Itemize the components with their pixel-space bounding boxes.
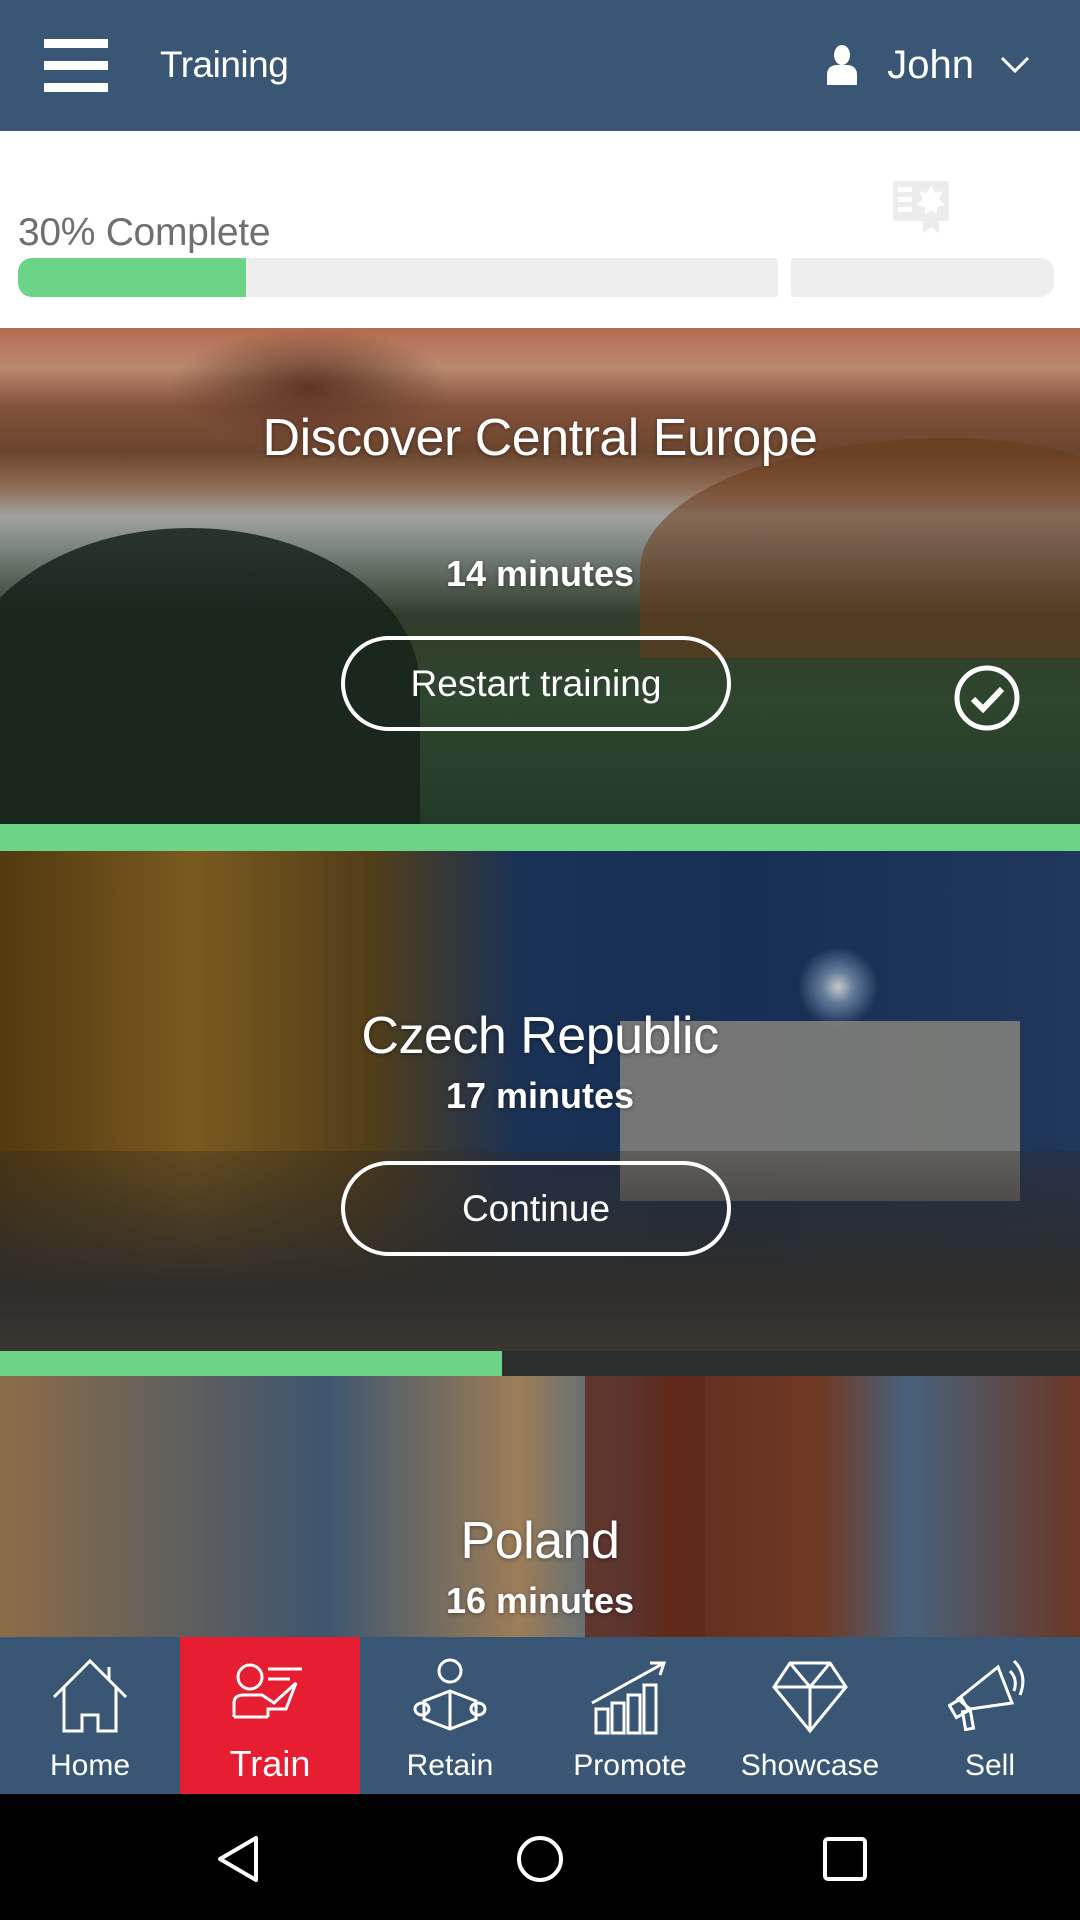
restart-training-button[interactable]: Restart training <box>341 636 731 731</box>
course-progress-bar <box>0 824 1080 851</box>
page-title: Training <box>160 44 289 85</box>
nav-train[interactable]: Train <box>180 1637 360 1794</box>
home-icon <box>52 1658 128 1733</box>
reader-icon <box>413 1658 487 1731</box>
growth-chart-icon <box>591 1661 667 1735</box>
user-name: John <box>887 42 974 87</box>
progress-fill <box>0 1351 503 1376</box>
course-duration: 14 minutes <box>445 553 635 594</box>
user-menu[interactable]: John <box>825 40 1030 90</box>
user-icon <box>827 45 858 85</box>
hamburger-menu-icon[interactable] <box>44 36 108 92</box>
course-progress-bar <box>0 1351 1080 1376</box>
home-circle-icon[interactable] <box>515 1834 565 1884</box>
nav-showcase[interactable]: Showcase <box>720 1637 900 1794</box>
course-duration: 16 minutes <box>445 1580 635 1621</box>
completed-check-icon <box>954 665 1020 731</box>
back-icon[interactable] <box>212 1834 262 1884</box>
certificate-icon <box>893 181 949 233</box>
nav-promote[interactable]: Promote <box>540 1637 720 1794</box>
progress-segment-trainings <box>18 258 778 297</box>
app-bar: Training John <box>0 0 1080 131</box>
course-title: Poland <box>460 1512 620 1570</box>
nav-home[interactable]: Home <box>0 1637 180 1794</box>
bottom-nav: Home Train Retain Promote Showcase Sell <box>0 1637 1080 1794</box>
course-title: Czech Republic <box>361 1007 719 1065</box>
progress-fill <box>18 258 246 297</box>
chevron-down-icon <box>1000 56 1030 74</box>
course-card-czech-republic[interactable]: Czech Republic 17 minutes Continue <box>0 851 1080 1351</box>
overall-progress: 30% Complete <box>0 131 1080 328</box>
recents-icon[interactable] <box>820 1834 870 1884</box>
nav-retain[interactable]: Retain <box>360 1637 540 1794</box>
progress-segment-certificate <box>791 258 1054 297</box>
course-card-central-europe[interactable]: Discover Central Europe 14 minutes Resta… <box>0 328 1080 824</box>
progress-label: 30% Complete <box>18 211 271 254</box>
course-card-poland[interactable]: Poland 16 minutes <box>0 1376 1080 1637</box>
course-duration: 17 minutes <box>445 1075 635 1116</box>
trainer-icon <box>232 1663 302 1719</box>
continue-button[interactable]: Continue <box>341 1161 731 1256</box>
course-title: Discover Central Europe <box>262 409 818 467</box>
diamond-icon <box>772 1661 848 1734</box>
system-nav-bar <box>0 1794 1080 1920</box>
megaphone-icon <box>948 1659 1025 1732</box>
nav-sell[interactable]: Sell <box>900 1637 1080 1794</box>
